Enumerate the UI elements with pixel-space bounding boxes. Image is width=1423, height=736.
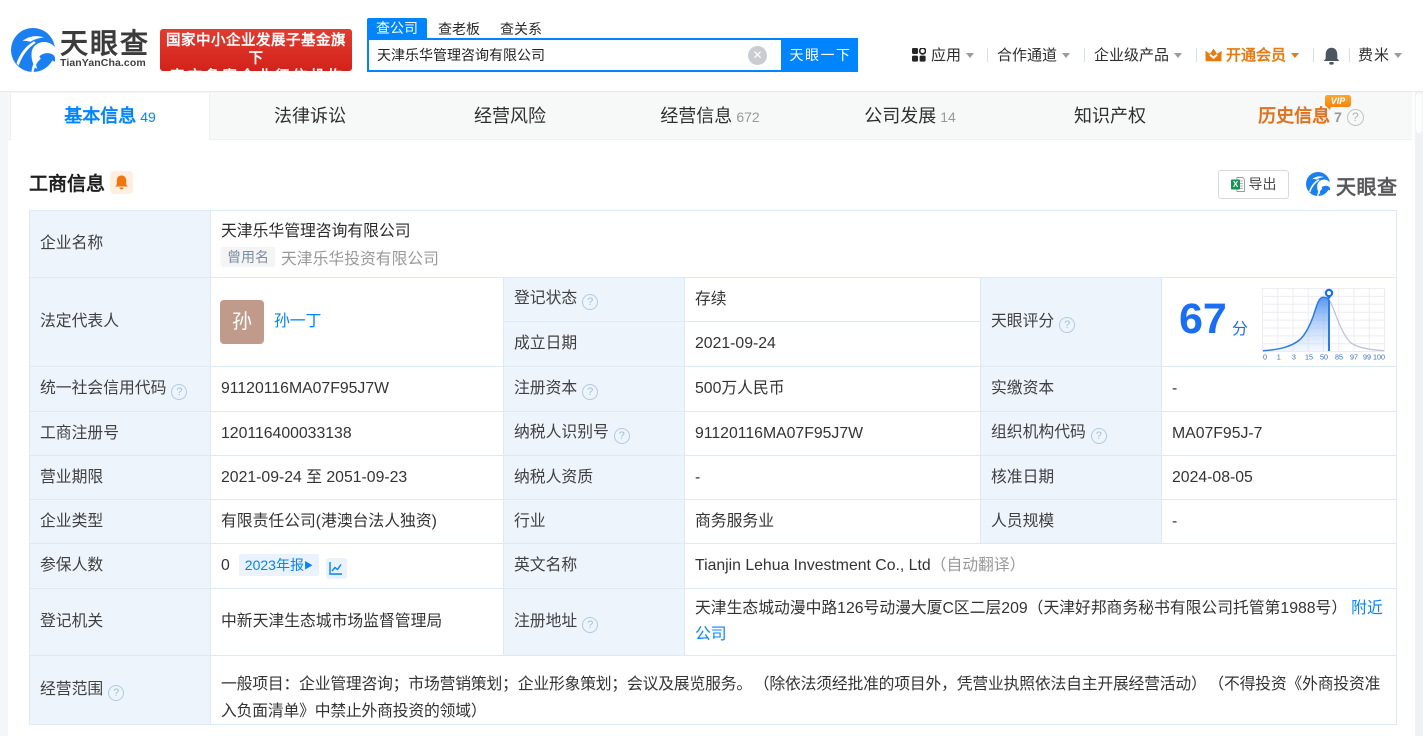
svg-text:3: 3: [1292, 353, 1296, 362]
svg-text:X: X: [1232, 180, 1238, 189]
svg-text:1: 1: [1277, 353, 1281, 362]
svg-text:15: 15: [1305, 353, 1313, 362]
svg-text:99: 99: [1363, 353, 1371, 362]
svg-text:50: 50: [1320, 353, 1328, 362]
svg-text:97: 97: [1350, 353, 1358, 362]
svg-text:0: 0: [1263, 353, 1267, 362]
svg-text:100: 100: [1373, 353, 1385, 362]
svg-text:85: 85: [1335, 353, 1343, 362]
